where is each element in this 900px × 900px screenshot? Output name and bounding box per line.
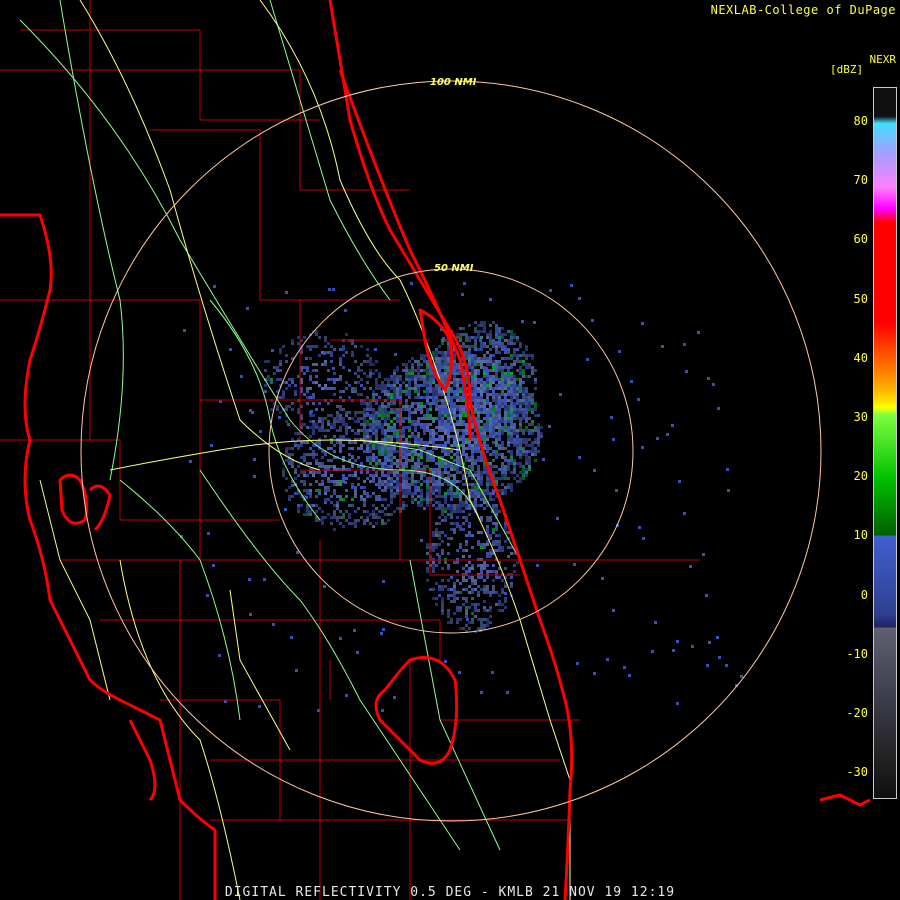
product-label: NEXR [869, 53, 897, 66]
scale-tick: 80 [853, 114, 868, 128]
scale-tick: 10 [853, 528, 868, 543]
scale-tick: -10 [846, 646, 868, 661]
scale-tick: -20 [846, 706, 868, 720]
scale-tick: 30 [853, 410, 868, 424]
scale-tick: 40 [853, 350, 868, 365]
scale-tick: 60 [853, 232, 868, 247]
scale-tick: 20 [853, 469, 868, 484]
scale-tick: -30 [846, 765, 868, 780]
unit-label: [dBZ] [830, 63, 864, 76]
scale-tick: 0 [860, 587, 868, 602]
ring-100nmi-label: 100 NMI [430, 77, 477, 88]
scale-tick: 50 [853, 291, 868, 306]
radar-map: 50 NMI 100 NMI [0, 0, 900, 900]
scale-tick: 70 [853, 173, 868, 188]
color-scale-bar [873, 87, 897, 799]
credit-label: NEXLAB-College of DuPage [710, 3, 896, 17]
product-footer: DIGITAL REFLECTIVITY 0.5 DEG - KMLB 21 N… [224, 885, 676, 900]
ring-50nmi-label: 50 NMI [434, 263, 474, 274]
